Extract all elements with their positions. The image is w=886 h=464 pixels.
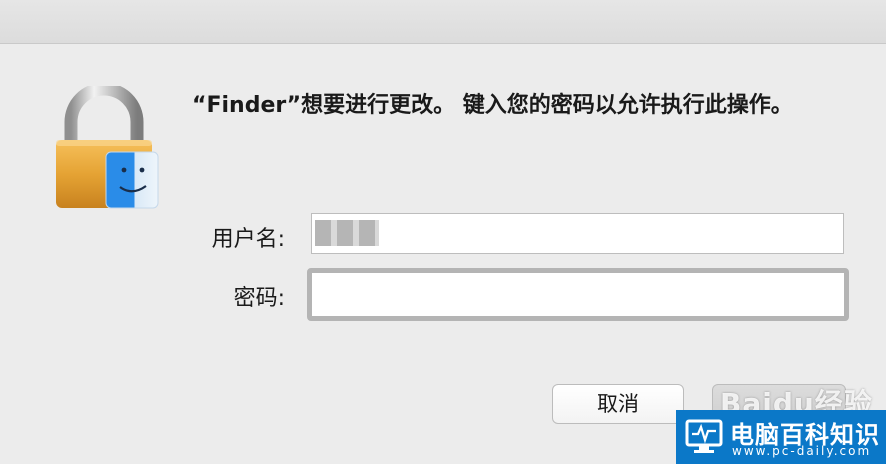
monitor-icon: [685, 419, 723, 453]
username-label: 用户名:: [211, 227, 285, 252]
username-redacted-value: [315, 220, 379, 246]
dialog-message: “Finder”想要进行更改。 键入您的密码以允许执行此操作。: [192, 93, 793, 118]
lock-icon: [56, 86, 159, 209]
site-watermark: 电脑百科知识 www.pc-daily.com: [676, 410, 886, 464]
site-url: www.pc-daily.com: [732, 444, 872, 458]
title-bar[interactable]: [0, 0, 886, 44]
password-field[interactable]: [307, 268, 849, 321]
password-label: 密码:: [233, 286, 285, 311]
cancel-button[interactable]: 取消: [552, 384, 684, 424]
username-field[interactable]: [311, 213, 844, 254]
auth-dialog: “Finder”想要进行更改。 键入您的密码以允许执行此操作。 用户名: 密码:…: [0, 0, 886, 464]
